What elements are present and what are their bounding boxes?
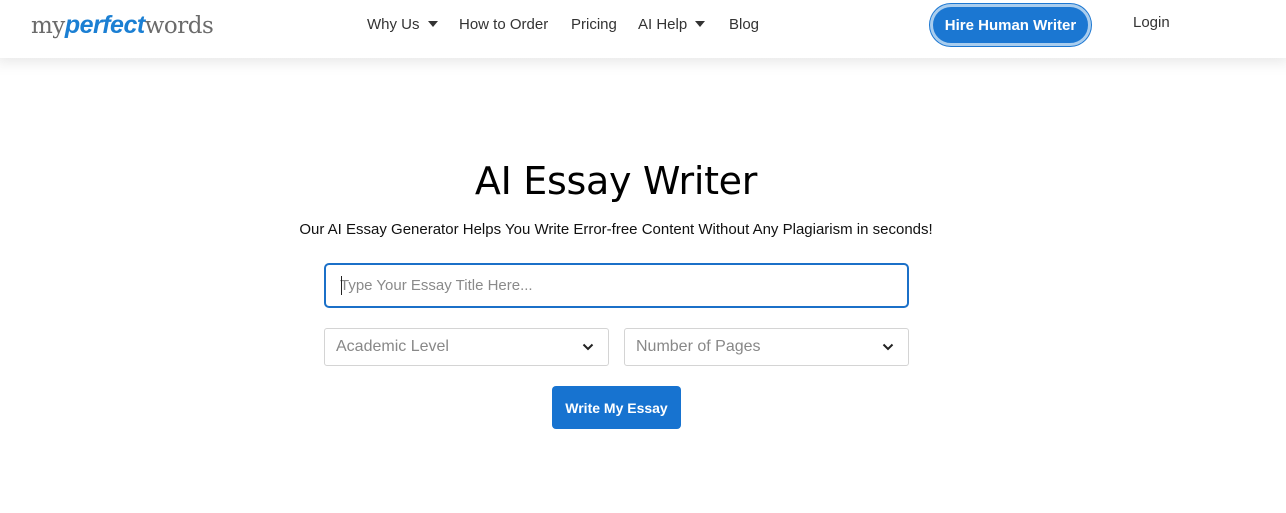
academic-level-select[interactable]: Academic Level [324, 328, 609, 366]
academic-level-value: Academic Level [336, 338, 449, 355]
nav-item-why-us[interactable]: Why Us [367, 14, 438, 34]
nav-label: Blog [729, 15, 760, 33]
page-title: AI Essay Writer [474, 159, 758, 203]
nav-item-ai-help[interactable]: AI Help [638, 14, 706, 34]
write-my-essay-button[interactable]: Write My Essay [552, 386, 681, 429]
number-of-pages-select[interactable]: Number of Pages [624, 328, 909, 366]
nav-label: How to Order [459, 15, 549, 33]
nav-item-how-to-order[interactable]: How to Order [459, 14, 548, 34]
login-link[interactable]: Login [1133, 14, 1170, 31]
essay-title-input[interactable] [324, 263, 909, 308]
site-logo[interactable]: myperfectwords [31, 8, 214, 40]
nav-label: Why Us [367, 15, 420, 33]
nav-label: Pricing [571, 15, 617, 33]
logo-text-words: words [144, 13, 214, 39]
site-header: myperfectwords Why Us How to Order Prici… [0, 0, 1286, 58]
dropdown-caret-icon [427, 21, 438, 27]
nav-label: AI Help [638, 15, 688, 33]
text-cursor [341, 276, 342, 295]
nav-item-pricing[interactable]: Pricing [571, 14, 617, 34]
page-subtitle: Our AI Essay Generator Helps You Write E… [299, 221, 933, 238]
nav-item-blog[interactable]: Blog [729, 14, 759, 34]
number-of-pages-value: Number of Pages [636, 338, 761, 355]
hire-human-writer-button[interactable]: Hire Human Writer [930, 4, 1091, 46]
chevron-down-icon [882, 343, 894, 351]
logo-text-my: my [31, 13, 65, 39]
logo-text-perfect: perfect [64, 11, 145, 39]
chevron-down-icon [582, 343, 594, 351]
dropdown-caret-icon [695, 21, 706, 27]
